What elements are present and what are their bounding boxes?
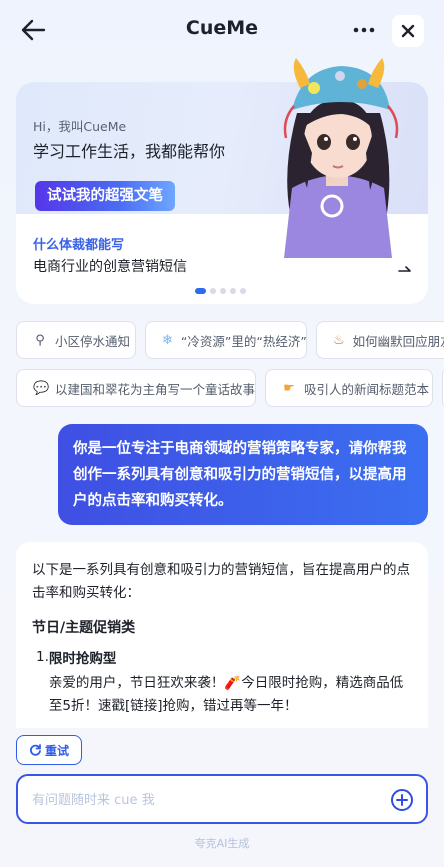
prompt-chip[interactable]: ☛ 吸引人的新闻标题范本	[265, 369, 433, 407]
answer-intro: 以下是一系列具有创意和吸引力的营销短信，旨在提高用户的点击率和购买转化：	[32, 562, 410, 601]
list-item-body: 亲爱的用户，节日狂欢来袭！🧨今日限时抢购，精选商品低至5折！速戳[链接]抢购，错…	[48, 675, 404, 714]
banner-greeting: Hi，我叫CueMe	[33, 119, 127, 134]
answer-section-title: 节日/主题促销类	[32, 620, 136, 636]
carousel-dots	[195, 288, 246, 294]
chip-label: “冷资源”里的“热经济”	[180, 333, 307, 349]
answer-list-item: 1. 限时抢购型 亲爱的用户，节日狂欢来袭！🧨今日限时抢购，精选商品低至5折！速…	[32, 649, 412, 718]
close-button[interactable]	[392, 15, 424, 47]
app-title: CueMe	[185, 17, 259, 39]
list-number: 1.	[36, 649, 49, 665]
prompt-chip[interactable]: 💬 以建国和翠花为主角写一个童话故事	[16, 369, 256, 407]
retry-label: 重试	[44, 743, 69, 758]
chip-label: 以建国和翠花为主角写一个童话故事	[55, 381, 256, 397]
add-plus-icon[interactable]	[390, 788, 414, 812]
speech-bubble-icon: 💬	[33, 380, 50, 396]
snowflake-icon: ❄	[162, 332, 173, 348]
close-icon	[401, 24, 415, 38]
cupcake-icon: ♨	[333, 332, 345, 348]
carousel-dot[interactable]	[195, 288, 206, 294]
mascot-illustration	[283, 58, 399, 258]
chat-input-box[interactable]	[16, 774, 428, 824]
try-writing-button[interactable]: 试试我的超强文笔	[35, 181, 175, 211]
retry-button[interactable]: 重试	[16, 735, 82, 765]
chip-label: 小区停水通知	[55, 333, 131, 349]
carousel-dot[interactable]	[220, 288, 226, 294]
carousel-dot[interactable]	[240, 288, 246, 294]
faucet-icon: ⚲	[35, 332, 45, 348]
go-arrow-icon[interactable]	[398, 264, 412, 274]
chat-input[interactable]	[32, 788, 382, 812]
carousel-dot[interactable]	[230, 288, 236, 294]
user-message-text: 你是一位专注于电商领域的营销策略专家，请你帮我创作一系列具有创意和吸引力的营销短…	[73, 441, 407, 509]
genre-label: 什么体裁都能写	[33, 238, 125, 253]
prompt-chip[interactable]: ⚲ 小区停水通知	[16, 321, 136, 359]
carousel-dot[interactable]	[210, 288, 216, 294]
more-options-icon[interactable]	[352, 20, 376, 40]
prompt-chip[interactable]: ♨ 如何幽默回应朋友	[316, 321, 444, 359]
pointing-hand-icon: ☛	[283, 380, 295, 396]
genre-example: 电商行业的创意营销短信	[33, 259, 187, 275]
chip-label: 如何幽默回应朋友	[352, 333, 444, 349]
ai-disclaimer: 夸克AI生成	[194, 837, 250, 850]
chip-label: 吸引人的新闻标题范本	[304, 381, 430, 397]
list-item-title: 限时抢购型	[48, 651, 117, 667]
user-message-bubble: 你是一位专注于电商领域的营销策略专家，请你帮我创作一系列具有创意和吸引力的营销短…	[58, 424, 428, 525]
ai-answer-card: 以下是一系列具有创意和吸引力的营销短信，旨在提高用户的点击率和购买转化： 节日/…	[16, 542, 428, 728]
banner-headline: 学习工作生活，我都能帮你	[33, 142, 226, 161]
prompt-chip[interactable]: ❄ “冷资源”里的“热经济”	[145, 321, 307, 359]
refresh-icon	[29, 743, 41, 756]
top-bar: CueMe	[0, 0, 444, 60]
